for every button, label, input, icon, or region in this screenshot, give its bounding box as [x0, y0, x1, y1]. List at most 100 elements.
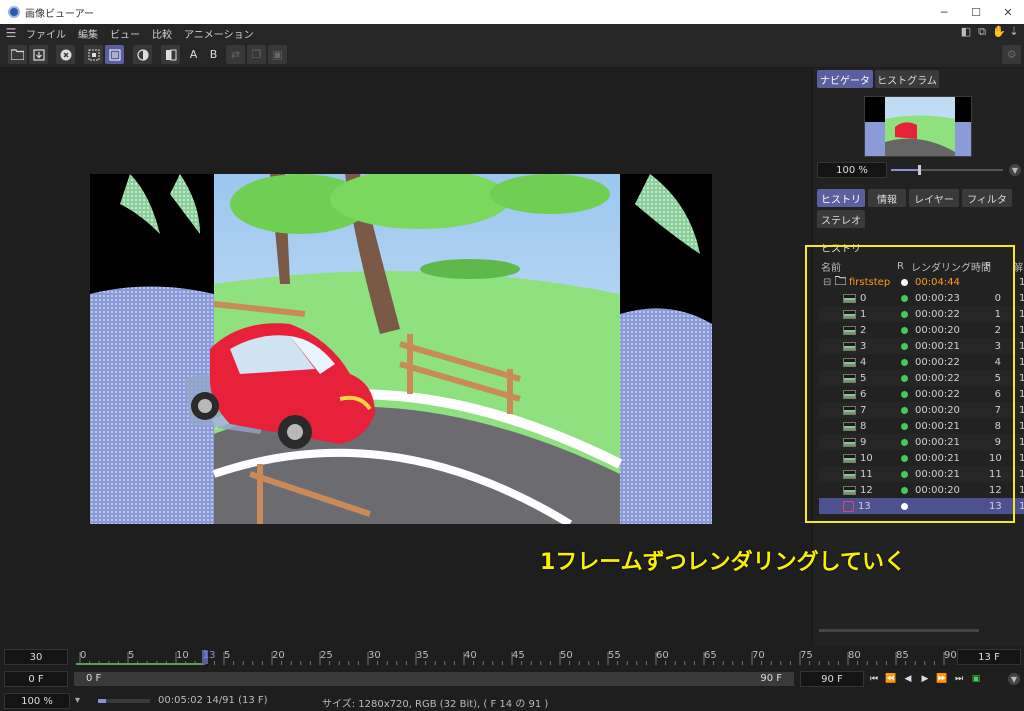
menu-view[interactable]: ビュー: [104, 26, 146, 41]
overlay-icon[interactable]: ▣: [268, 45, 287, 64]
history-heading: ヒストリ: [821, 244, 861, 255]
history-frame-name: 9: [860, 436, 867, 448]
history-row[interactable]: 13 13 1: [819, 498, 1024, 514]
timeline-menu-icon[interactable]: ▼: [1008, 673, 1020, 685]
clear-icon[interactable]: [56, 45, 75, 64]
start-frame-field[interactable]: 0 F: [4, 671, 68, 687]
go-to-start-icon[interactable]: ⏮: [868, 672, 880, 686]
zoom-dropdown-icon[interactable]: ▼: [1009, 164, 1021, 176]
history-row[interactable]: 2 00:00:20 2 1: [819, 322, 1024, 338]
status-dot-icon: [901, 422, 908, 430]
fps-field[interactable]: 30: [4, 649, 68, 665]
open-folder-icon[interactable]: [8, 45, 27, 64]
history-frame-name: 5: [860, 372, 867, 384]
settings-icon[interactable]: ⚙: [1002, 45, 1021, 64]
col-res[interactable]: 解: [1013, 259, 1023, 274]
col-r[interactable]: R: [897, 261, 904, 272]
status-dot-icon: [901, 374, 908, 382]
tab-filter[interactable]: フィルタ: [962, 189, 1012, 207]
next-key-icon[interactable]: ⏩: [936, 672, 948, 686]
zoom-slider-knob[interactable]: [918, 165, 921, 175]
menu-edit[interactable]: 編集: [72, 26, 104, 41]
tab-history[interactable]: ヒストリ: [817, 189, 865, 207]
layers-icon[interactable]: ❐: [247, 45, 266, 64]
history-row-frame: 10: [989, 452, 1002, 464]
swap-icon[interactable]: ⇄: [226, 45, 245, 64]
history-row[interactable]: 8 00:00:21 8 1: [819, 418, 1024, 434]
menu-animation[interactable]: アニメーション: [178, 26, 260, 41]
a-button[interactable]: A: [184, 45, 203, 64]
history-row-time: 00:00:22: [915, 356, 960, 368]
frame-thumbnail-icon: [843, 341, 856, 351]
history-frame-name: 13: [858, 500, 871, 512]
status-zoom-field[interactable]: 100 %: [4, 693, 70, 709]
history-row[interactable]: 3 00:00:21 3 1: [819, 338, 1024, 354]
region-render-icon[interactable]: [84, 45, 103, 64]
history-row[interactable]: 4 00:00:22 4 1: [819, 354, 1024, 370]
b-button[interactable]: B: [204, 45, 223, 64]
ruler-tick-label: 70: [752, 650, 765, 661]
zoom-field[interactable]: 100 %: [817, 162, 887, 178]
prev-key-icon[interactable]: ⏪: [885, 672, 897, 686]
pin-icon[interactable]: ⇣: [1008, 25, 1020, 39]
current-frame-field[interactable]: 13 F: [957, 649, 1021, 665]
navigator-thumbnail[interactable]: [864, 96, 972, 157]
panel-toggle-icon[interactable]: ◧: [960, 25, 972, 39]
history-row[interactable]: 5 00:00:22 5 1: [819, 370, 1024, 386]
play-backward-icon[interactable]: ◀: [902, 672, 914, 686]
history-frame-name: 6: [860, 388, 867, 400]
col-name[interactable]: 名前: [821, 259, 841, 274]
contrast-icon[interactable]: [133, 45, 152, 64]
external-window-icon[interactable]: ⧉: [976, 25, 988, 39]
status-zoom-dropdown-icon[interactable]: ▾: [75, 695, 80, 706]
compare-ab-icon[interactable]: [161, 45, 180, 64]
hand-icon[interactable]: ✋: [992, 25, 1006, 39]
history-row-time: 00:00:22: [915, 372, 960, 384]
timeline-ruler[interactable]: 0 5 10 13 5 20 25 30 35 40 45 50 55 60 65 70 75 80 85 90: [74, 646, 957, 668]
panel-scrollbar[interactable]: [819, 629, 979, 632]
tab-layers[interactable]: レイヤー: [909, 189, 959, 207]
minimize-button[interactable]: ─: [928, 0, 960, 24]
history-row[interactable]: 0 00:00:23 0 1: [819, 290, 1024, 306]
tab-info[interactable]: 情報: [868, 189, 906, 207]
end-frame-field[interactable]: 90 F: [800, 671, 864, 687]
maximize-button[interactable]: ☐: [960, 0, 992, 24]
history-row-time: 00:00:21: [915, 420, 960, 432]
history-row-name: 6: [843, 389, 866, 400]
history-row[interactable]: 7 00:00:20 7 1: [819, 402, 1024, 418]
col-f[interactable]: F: [985, 261, 991, 272]
ruler-tick-label: 65: [704, 650, 717, 661]
history-row[interactable]: 11 00:00:21 11 1: [819, 466, 1024, 482]
col-render-time[interactable]: レンダリング時間: [911, 259, 991, 274]
menu-compare[interactable]: 比較: [146, 26, 178, 41]
menu-file[interactable]: ファイル: [20, 26, 72, 41]
hamburger-menu-icon[interactable]: ☰: [2, 26, 20, 40]
collapse-icon[interactable]: ⊟: [823, 277, 831, 288]
history-root-row[interactable]: ⊟ firststep 00:04:44 1: [819, 274, 1024, 290]
tab-stereo[interactable]: ステレオ: [817, 210, 865, 228]
frame-range-bar[interactable]: 0 F 90 F: [74, 672, 794, 686]
status-dot-icon: [901, 390, 908, 398]
history-row[interactable]: 10 00:00:21 10 1: [819, 450, 1024, 466]
navigator-zoom: 100 % ▼: [817, 162, 1021, 178]
zoom-slider[interactable]: [891, 165, 1003, 175]
record-icon[interactable]: ▣: [970, 672, 982, 686]
history-row[interactable]: 12 00:00:20 12 1: [819, 482, 1024, 498]
history-row-time: 00:00:20: [915, 324, 960, 336]
ruler-tick-label: 45: [512, 650, 525, 661]
close-button[interactable]: ✕: [992, 0, 1024, 24]
history-row-time: 00:00:21: [915, 468, 960, 480]
history-row[interactable]: 6 00:00:22 6 1: [819, 386, 1024, 402]
status-dot-icon: [901, 502, 908, 510]
fit-view-icon[interactable]: [105, 45, 124, 64]
history-row[interactable]: 1 00:00:22 1 1: [819, 306, 1024, 322]
status-dot-icon: [901, 358, 908, 366]
play-icon[interactable]: ▶: [919, 672, 931, 686]
tab-histogram[interactable]: ヒストグラム: [875, 70, 939, 88]
tab-navigator[interactable]: ナビゲータ: [817, 70, 873, 88]
menu-right-icons: ◧ ⧉ ✋ ⇣: [960, 25, 1020, 39]
save-icon[interactable]: [29, 45, 48, 64]
history-row[interactable]: 9 00:00:21 9 1: [819, 434, 1024, 450]
go-to-end-icon[interactable]: ⏭: [953, 672, 965, 686]
frame-thumbnail-icon: [843, 325, 856, 335]
